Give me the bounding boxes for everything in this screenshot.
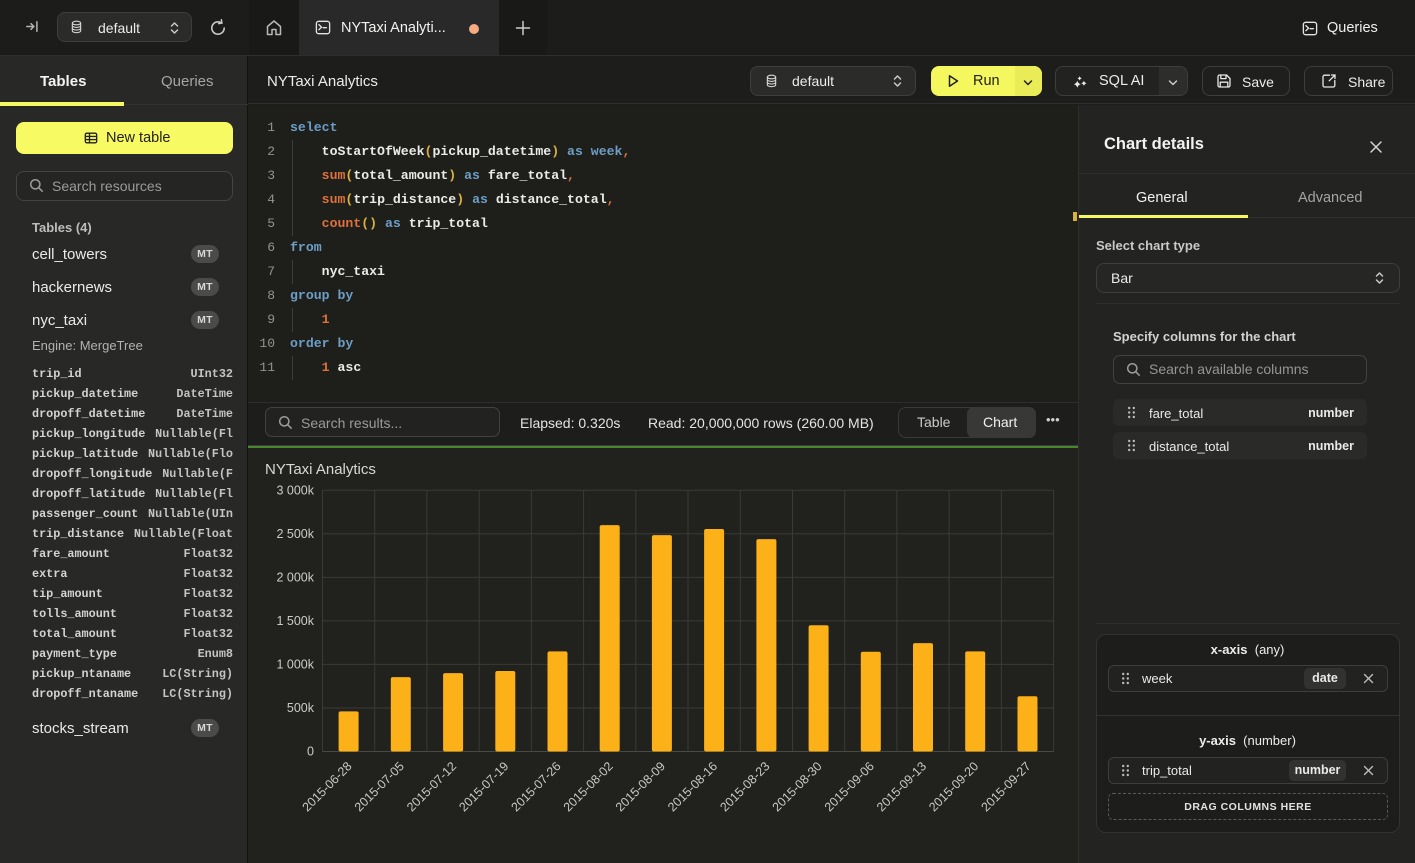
svg-text:2015-07-19: 2015-07-19 [456,759,511,814]
svg-text:1 500k: 1 500k [276,614,314,628]
svg-text:2015-09-27: 2015-09-27 [979,759,1034,814]
svg-text:500k: 500k [287,701,315,715]
svg-text:2015-09-13: 2015-09-13 [874,759,929,814]
svg-text:0: 0 [307,745,314,759]
svg-text:2 000k: 2 000k [276,571,314,585]
svg-text:2015-09-06: 2015-09-06 [822,759,877,814]
svg-text:2015-09-20: 2015-09-20 [926,759,981,814]
svg-text:2015-08-30: 2015-08-30 [770,759,825,814]
svg-text:1 000k: 1 000k [276,658,314,672]
svg-text:2015-08-02: 2015-08-02 [561,759,616,814]
svg-text:2015-07-26: 2015-07-26 [509,759,564,814]
svg-text:2 500k: 2 500k [276,527,314,541]
svg-text:2015-08-23: 2015-08-23 [717,759,772,814]
svg-text:2015-08-09: 2015-08-09 [613,759,668,814]
svg-text:2015-06-28: 2015-06-28 [300,759,355,814]
svg-text:2015-07-05: 2015-07-05 [352,759,407,814]
svg-text:3 000k: 3 000k [276,484,314,498]
svg-text:2015-08-16: 2015-08-16 [665,759,720,814]
svg-text:NYTaxi Analytics: NYTaxi Analytics [265,461,376,478]
svg-text:2015-07-12: 2015-07-12 [404,759,459,814]
